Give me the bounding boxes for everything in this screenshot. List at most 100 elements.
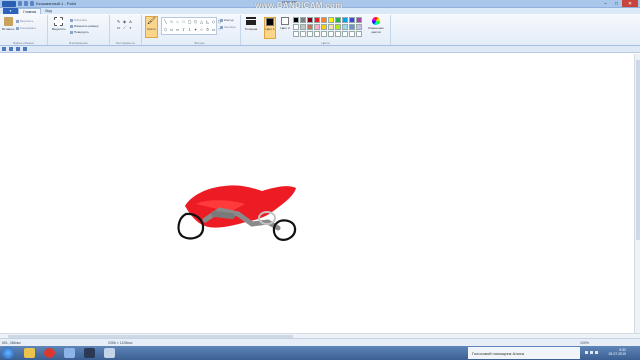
palette-swatch[interactable] — [328, 31, 334, 37]
bandicam-taskbar-icon[interactable] — [84, 348, 95, 358]
palette-swatch[interactable] — [356, 24, 362, 30]
palette-swatch[interactable] — [328, 17, 334, 23]
eraser-icon[interactable]: ▭ — [116, 25, 121, 30]
clock[interactable]: 9:32 26.07.2019 — [608, 348, 626, 356]
palette-swatch[interactable] — [314, 24, 320, 30]
outline-icon — [220, 18, 223, 22]
rotate-button[interactable]: Повернуть — [70, 30, 89, 34]
alice-search-box[interactable]: Голосовой помощник Алиса — [468, 347, 580, 359]
palette-swatch[interactable] — [314, 31, 320, 37]
maximize-icon[interactable]: □ — [611, 0, 622, 7]
star4-shape-icon[interactable]: ✦ — [193, 27, 198, 34]
palette-swatch[interactable] — [300, 17, 306, 23]
vertical-scrollbar[interactable] — [634, 54, 640, 333]
star6-shape-icon[interactable]: ✡ — [205, 27, 210, 34]
fill-bucket-icon[interactable]: ◈ — [122, 19, 127, 24]
cut-button[interactable]: Вырезать — [16, 19, 33, 23]
palette-swatch[interactable] — [307, 24, 313, 30]
color2-button[interactable]: Цвет 2 — [279, 17, 291, 30]
color2-label: Цвет 2 — [280, 26, 290, 30]
fill-dropdown[interactable]: Заливка — [220, 25, 236, 29]
line-shape-icon[interactable]: ╲ — [163, 19, 168, 26]
start-button[interactable] — [2, 347, 14, 359]
callout-shape-icon[interactable]: ▭ — [211, 27, 216, 34]
window-controls: – □ ✕ — [600, 0, 638, 7]
polygon-shape-icon[interactable]: ⬠ — [193, 19, 198, 26]
palette-swatch[interactable] — [335, 17, 341, 23]
undo-small-icon[interactable] — [9, 47, 13, 51]
palette-swatch[interactable] — [321, 24, 327, 30]
palette-swatch[interactable] — [328, 24, 334, 30]
palette-swatch[interactable] — [321, 17, 327, 23]
paste-button[interactable]: Вставить — [2, 17, 15, 31]
undo-icon[interactable] — [24, 1, 28, 6]
close-icon[interactable]: ✕ — [622, 0, 638, 7]
crop-button[interactable]: Обрезать — [70, 18, 87, 22]
thickness-label: Толщина — [244, 27, 258, 31]
diamond-shape-icon[interactable]: ◇ — [211, 19, 216, 26]
rectangle-shape-icon[interactable]: □ — [181, 19, 186, 26]
palette-swatch[interactable] — [349, 17, 355, 23]
color1-button[interactable]: Цвет 1 — [264, 17, 276, 39]
vertical-scroll-thumb[interactable] — [636, 60, 640, 240]
magnifier-icon[interactable]: ⌕ — [128, 25, 133, 30]
volume-icon[interactable] — [595, 351, 598, 354]
paint-menu-button[interactable] — [2, 1, 16, 7]
palette-swatch[interactable] — [321, 31, 327, 37]
palette-swatch[interactable] — [300, 24, 306, 30]
oval-shape-icon[interactable]: ○ — [175, 19, 180, 26]
redo-small-icon[interactable] — [16, 47, 20, 51]
palette-swatch[interactable] — [342, 17, 348, 23]
copy-button[interactable]: Копировать — [16, 26, 36, 30]
resize-button[interactable]: Изменить размер — [70, 24, 98, 28]
rounded-rect-shape-icon[interactable]: ▢ — [187, 19, 192, 26]
rotate-icon — [70, 30, 73, 34]
customize-icon[interactable] — [23, 47, 27, 51]
color2-swatch — [281, 17, 289, 25]
palette-swatch[interactable] — [307, 17, 313, 23]
tray-arrow-icon[interactable] — [585, 351, 588, 354]
palette-swatch[interactable] — [293, 24, 299, 30]
network-icon[interactable] — [590, 351, 593, 354]
explorer-icon[interactable] — [24, 348, 35, 358]
triangle-shape-icon[interactable]: △ — [199, 19, 204, 26]
palette-swatch[interactable] — [314, 17, 320, 23]
star5-shape-icon[interactable]: ☆ — [199, 27, 204, 34]
drawing-canvas[interactable] — [0, 54, 634, 333]
palette-swatch[interactable] — [335, 31, 341, 37]
text-tool-icon[interactable]: A — [128, 19, 133, 24]
color-picker-icon[interactable]: ⟋ — [122, 25, 127, 30]
pencil-icon[interactable]: ✎ — [116, 19, 121, 24]
hexagon-shape-icon[interactable]: ⬡ — [163, 27, 168, 34]
rear-wheel-shape — [177, 212, 205, 240]
palette-swatch[interactable] — [356, 17, 362, 23]
brushes-button[interactable]: 🖌 Кисти — [145, 16, 158, 38]
save-icon[interactable] — [18, 1, 22, 6]
palette-swatch[interactable] — [307, 31, 313, 37]
redo-icon[interactable] — [30, 1, 34, 6]
palette-swatch[interactable] — [349, 24, 355, 30]
palette-swatch[interactable] — [300, 31, 306, 37]
right-triangle-shape-icon[interactable]: ◺ — [205, 19, 210, 26]
select-button[interactable]: Выделить — [52, 17, 66, 31]
opera-icon[interactable] — [44, 348, 55, 358]
minimize-icon[interactable]: – — [600, 0, 611, 7]
save-small-icon[interactable] — [2, 47, 6, 51]
palette-swatch[interactable] — [293, 31, 299, 37]
arrow-right-shape-icon[interactable]: ⇨ — [169, 27, 174, 34]
arrow-up-shape-icon[interactable]: ⇧ — [181, 27, 186, 34]
palette-swatch[interactable] — [293, 17, 299, 23]
palette-swatch[interactable] — [356, 31, 362, 37]
app-taskbar-icon[interactable] — [104, 348, 115, 358]
edit-colors-button[interactable]: Изменение цветов — [366, 17, 386, 34]
palette-swatch[interactable] — [349, 31, 355, 37]
palette-swatch[interactable] — [342, 24, 348, 30]
paint-taskbar-icon[interactable] — [64, 348, 75, 358]
arrow-down-shape-icon[interactable]: ⇩ — [187, 27, 192, 34]
thickness-button[interactable]: Толщина — [244, 17, 258, 31]
curve-shape-icon[interactable]: ∿ — [169, 19, 174, 26]
arrow-left-shape-icon[interactable]: ⇦ — [175, 27, 180, 34]
palette-swatch[interactable] — [335, 24, 341, 30]
outline-dropdown[interactable]: Контур — [220, 18, 234, 22]
palette-swatch[interactable] — [342, 31, 348, 37]
